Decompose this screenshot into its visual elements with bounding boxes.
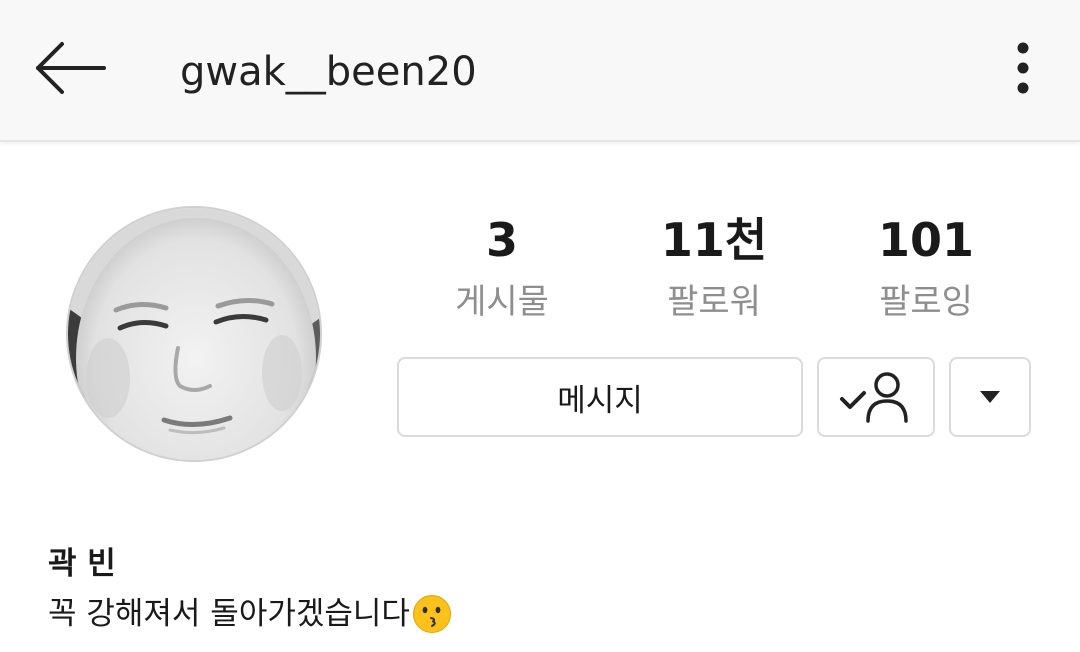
followers-stat[interactable]: 11천 팔로워 xyxy=(604,210,824,326)
message-button-label: 메시지 xyxy=(557,382,643,419)
following-count: 101 xyxy=(877,213,975,267)
kissing-face-emoji-icon xyxy=(412,595,451,633)
top-bar: gwak__been20 xyxy=(0,0,1080,142)
avatar-image xyxy=(68,208,320,460)
bio-text: 꼭 강해져서 돌아가겠습니다 xyxy=(48,596,410,632)
following-label: 팔로잉 xyxy=(879,282,973,322)
followers-label: 팔로워 xyxy=(667,282,761,322)
person-check-icon xyxy=(840,372,908,423)
arrow-left-icon xyxy=(36,42,106,94)
following-button[interactable] xyxy=(817,357,935,437)
profile-bio: 꼭 강해져서 돌아가겠습니다 xyxy=(48,592,452,636)
message-button[interactable]: 메시지 xyxy=(397,357,803,437)
suggestions-dropdown-button[interactable] xyxy=(949,357,1031,437)
more-options-button[interactable] xyxy=(998,36,1048,100)
followers-count: 11천 xyxy=(660,213,768,267)
posts-label: 게시물 xyxy=(455,282,549,322)
profile-display-name: 곽 빈 xyxy=(48,546,116,582)
vertical-dots-icon xyxy=(1017,42,1029,94)
profile-username: gwak__been20 xyxy=(180,49,477,95)
posts-stat[interactable]: 3 게시물 xyxy=(392,210,612,326)
profile-avatar[interactable] xyxy=(66,206,322,462)
posts-count: 3 xyxy=(485,213,518,267)
profile-screen: gwak__been20 3 게시물 11천 팔로워 101 팔로잉 메시지 곽… xyxy=(0,0,1080,652)
back-button[interactable] xyxy=(30,36,110,100)
following-stat[interactable]: 101 팔로잉 xyxy=(816,210,1036,326)
triangle-down-icon xyxy=(980,391,1000,403)
